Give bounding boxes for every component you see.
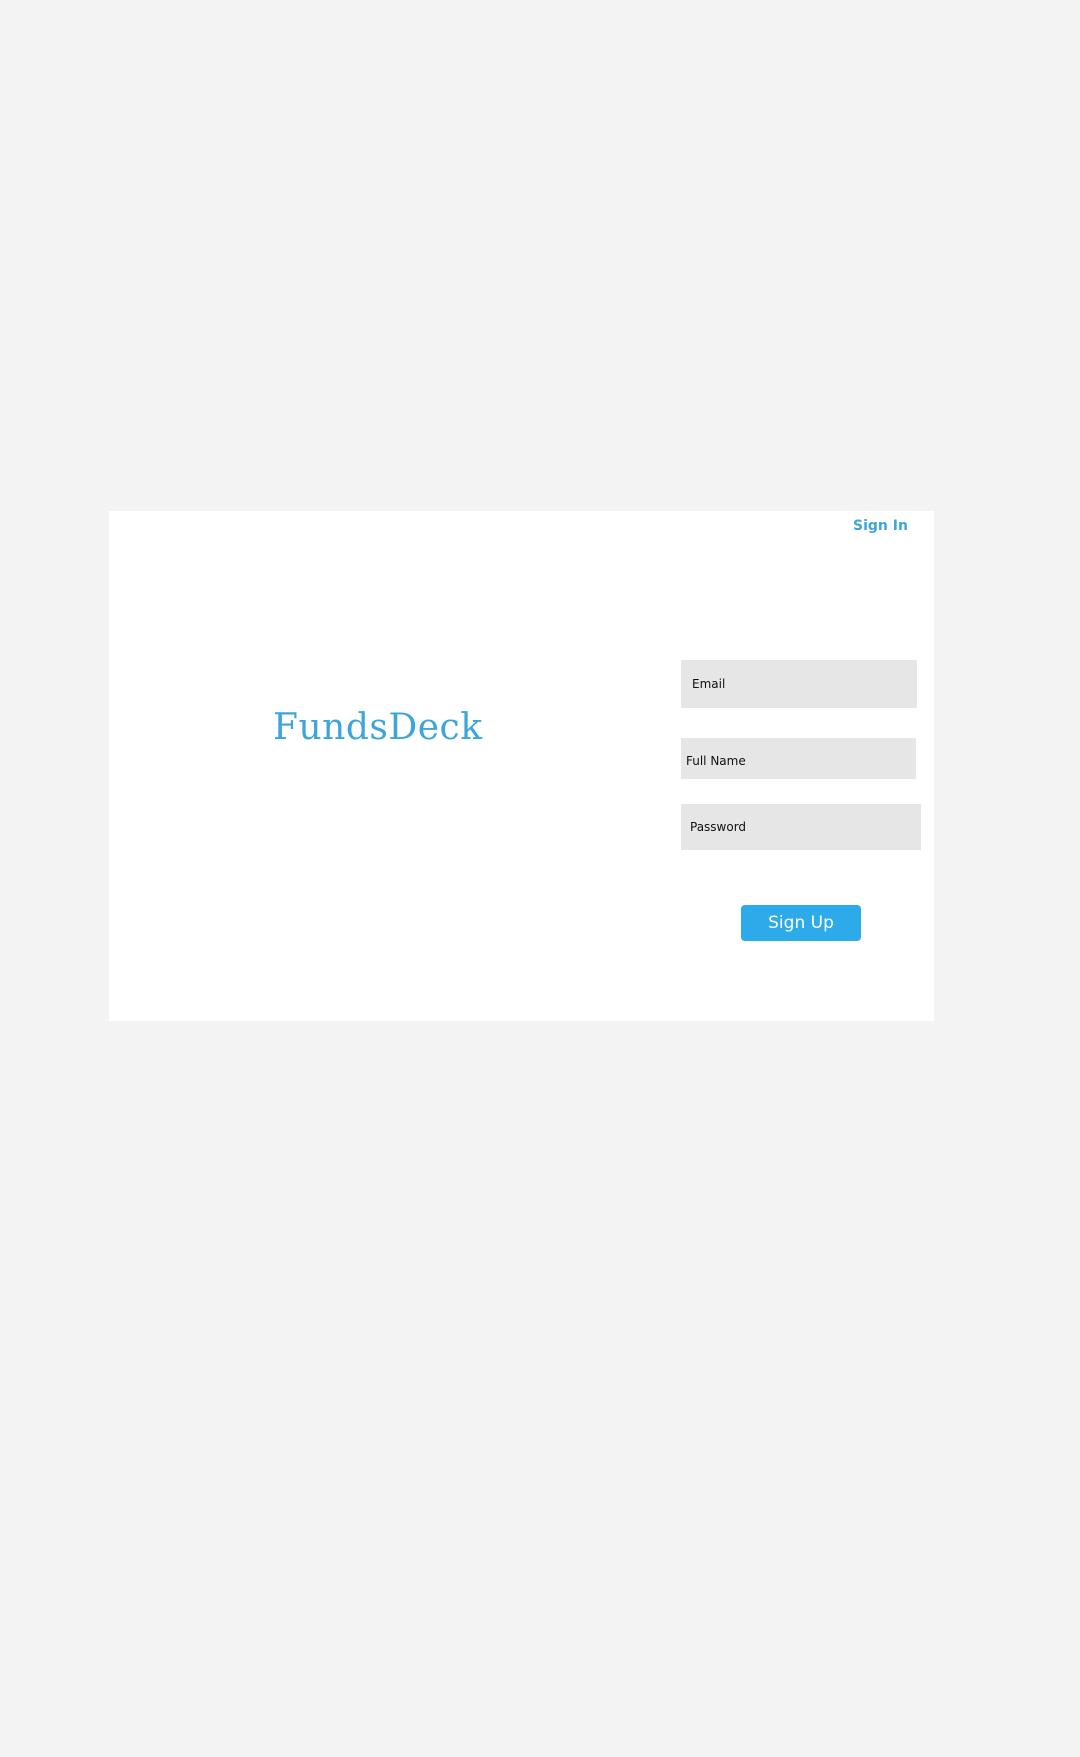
password-field[interactable] (681, 804, 921, 850)
signup-card: Sign In FundsDeck Sign Up (109, 511, 934, 1021)
full-name-field[interactable] (681, 738, 916, 779)
sign-in-link[interactable]: Sign In (853, 518, 908, 534)
email-field[interactable] (681, 660, 917, 708)
brand-logo: FundsDeck (273, 707, 483, 748)
sign-up-button[interactable]: Sign Up (741, 905, 861, 941)
